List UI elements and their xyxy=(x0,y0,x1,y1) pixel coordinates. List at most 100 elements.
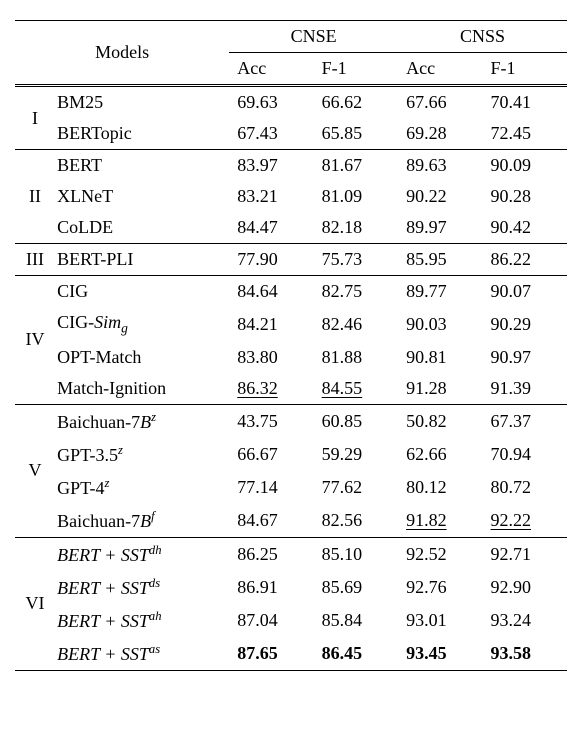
value-cell: 93.58 xyxy=(483,637,567,671)
value-cell: 85.69 xyxy=(314,571,398,604)
value-cell: 92.90 xyxy=(483,571,567,604)
header-cnss-acc: Acc xyxy=(398,53,482,85)
value-cell: 92.71 xyxy=(483,537,567,571)
model-name: BERT + SSTds xyxy=(55,571,229,604)
value-cell: 93.45 xyxy=(398,637,482,671)
table-row: GPT-4z77.1477.6280.1280.72 xyxy=(15,471,567,504)
table-row: BERTopic67.4365.8569.2872.45 xyxy=(15,118,567,150)
value-cell: 90.97 xyxy=(483,342,567,373)
value-cell: 93.24 xyxy=(483,604,567,637)
value-cell: 86.45 xyxy=(314,637,398,671)
value-cell: 87.04 xyxy=(229,604,313,637)
table-row: BERT + SSTas87.6586.4593.4593.58 xyxy=(15,637,567,671)
value-cell: 84.64 xyxy=(229,276,313,308)
value-cell: 65.85 xyxy=(314,118,398,150)
model-name: Baichuan-7Bf xyxy=(55,504,229,538)
value-cell: 90.09 xyxy=(483,150,567,182)
value-cell: 59.29 xyxy=(314,438,398,471)
value-cell: 92.22 xyxy=(483,504,567,538)
value-cell: 86.91 xyxy=(229,571,313,604)
value-cell: 80.12 xyxy=(398,471,482,504)
value-cell: 83.21 xyxy=(229,181,313,212)
value-cell: 93.01 xyxy=(398,604,482,637)
table-row: OPT-Match83.8081.8890.8190.97 xyxy=(15,342,567,373)
table-row: IVCIG84.6482.7589.7790.07 xyxy=(15,276,567,308)
table-row: CIG-Simg84.2182.4690.0390.29 xyxy=(15,307,567,342)
value-cell: 81.67 xyxy=(314,150,398,182)
value-cell: 86.32 xyxy=(229,373,313,405)
model-name: BERTopic xyxy=(55,118,229,150)
value-cell: 75.73 xyxy=(314,244,398,276)
value-cell: 70.41 xyxy=(483,86,567,119)
header-cnse-acc: Acc xyxy=(229,53,313,85)
table-row: BERT + SSTah87.0485.8493.0193.24 xyxy=(15,604,567,637)
value-cell: 70.94 xyxy=(483,438,567,471)
group-id: I xyxy=(15,86,55,150)
value-cell: 90.07 xyxy=(483,276,567,308)
value-cell: 67.43 xyxy=(229,118,313,150)
value-cell: 90.03 xyxy=(398,307,482,342)
value-cell: 85.95 xyxy=(398,244,482,276)
table-row: XLNeT83.2181.0990.2290.28 xyxy=(15,181,567,212)
value-cell: 67.37 xyxy=(483,404,567,438)
model-name: Baichuan-7Bz xyxy=(55,404,229,438)
model-name: GPT-3.5z xyxy=(55,438,229,471)
value-cell: 66.62 xyxy=(314,86,398,119)
value-cell: 67.66 xyxy=(398,86,482,119)
group-id: II xyxy=(15,150,55,244)
model-name: BERT + SSTah xyxy=(55,604,229,637)
value-cell: 84.55 xyxy=(314,373,398,405)
value-cell: 72.45 xyxy=(483,118,567,150)
model-name: BERT + SSTdh xyxy=(55,537,229,571)
table-row: GPT-3.5z66.6759.2962.6670.94 xyxy=(15,438,567,471)
model-name: CIG xyxy=(55,276,229,308)
model-name: CIG-Simg xyxy=(55,307,229,342)
header-cnss-f1: F-1 xyxy=(483,53,567,85)
value-cell: 85.84 xyxy=(314,604,398,637)
value-cell: 82.75 xyxy=(314,276,398,308)
value-cell: 92.76 xyxy=(398,571,482,604)
model-name: GPT-4z xyxy=(55,471,229,504)
value-cell: 82.18 xyxy=(314,212,398,244)
table-row: BERT + SSTds86.9185.6992.7692.90 xyxy=(15,571,567,604)
value-cell: 91.39 xyxy=(483,373,567,405)
value-cell: 90.22 xyxy=(398,181,482,212)
table-row: VBaichuan-7Bz43.7560.8550.8267.37 xyxy=(15,404,567,438)
header-cnse: CNSE xyxy=(229,21,398,53)
value-cell: 82.56 xyxy=(314,504,398,538)
value-cell: 81.88 xyxy=(314,342,398,373)
value-cell: 62.66 xyxy=(398,438,482,471)
value-cell: 77.90 xyxy=(229,244,313,276)
model-name: BM25 xyxy=(55,86,229,119)
results-table: Models CNSE CNSS Acc F-1 Acc F-1 IBM2569… xyxy=(15,20,567,671)
value-cell: 86.22 xyxy=(483,244,567,276)
value-cell: 69.28 xyxy=(398,118,482,150)
value-cell: 84.21 xyxy=(229,307,313,342)
model-name: OPT-Match xyxy=(55,342,229,373)
value-cell: 86.25 xyxy=(229,537,313,571)
table-row: VIBERT + SSTdh86.2585.1092.5292.71 xyxy=(15,537,567,571)
table-row: CoLDE84.4782.1889.9790.42 xyxy=(15,212,567,244)
value-cell: 89.77 xyxy=(398,276,482,308)
value-cell: 90.28 xyxy=(483,181,567,212)
value-cell: 50.82 xyxy=(398,404,482,438)
header-models: Models xyxy=(15,21,229,85)
value-cell: 91.82 xyxy=(398,504,482,538)
table-row: Baichuan-7Bf84.6782.5691.8292.22 xyxy=(15,504,567,538)
table-row: IIBERT83.9781.6789.6390.09 xyxy=(15,150,567,182)
model-name: BERT xyxy=(55,150,229,182)
group-id: III xyxy=(15,244,55,276)
header-cnss: CNSS xyxy=(398,21,567,53)
value-cell: 66.67 xyxy=(229,438,313,471)
value-cell: 80.72 xyxy=(483,471,567,504)
model-name: Match-Ignition xyxy=(55,373,229,405)
value-cell: 81.09 xyxy=(314,181,398,212)
value-cell: 92.52 xyxy=(398,537,482,571)
model-name: XLNeT xyxy=(55,181,229,212)
value-cell: 87.65 xyxy=(229,637,313,671)
group-id: VI xyxy=(15,537,55,670)
model-name: BERT + SSTas xyxy=(55,637,229,671)
group-id: V xyxy=(15,404,55,537)
value-cell: 77.14 xyxy=(229,471,313,504)
value-cell: 85.10 xyxy=(314,537,398,571)
